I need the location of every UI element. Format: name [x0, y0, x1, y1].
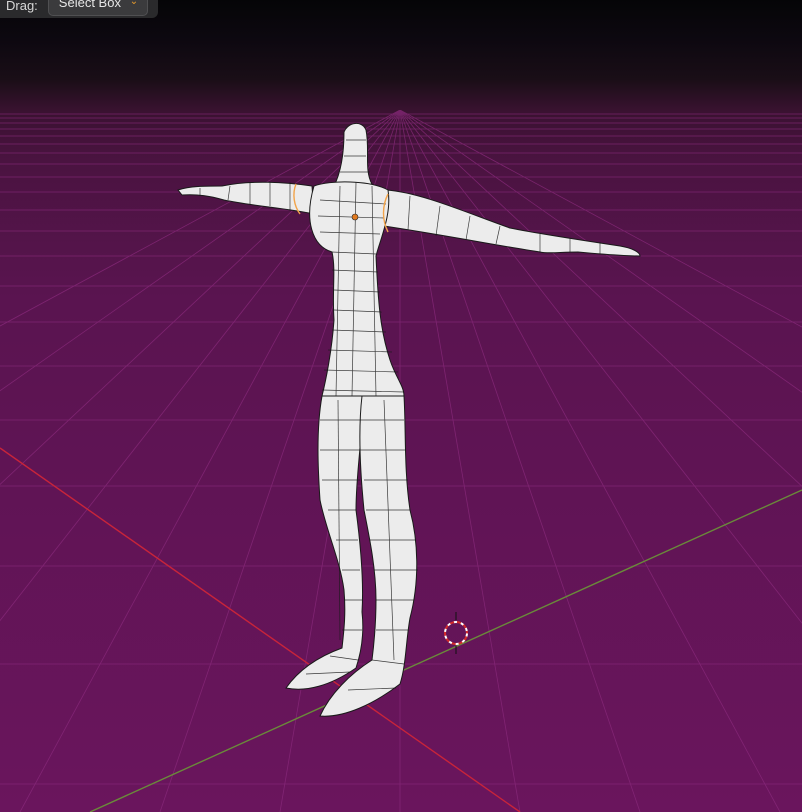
scene-canvas[interactable]: [0, 0, 802, 812]
3d-cursor-icon[interactable]: [444, 612, 468, 654]
drag-label: Drag:: [6, 0, 38, 13]
chevron-down-icon[interactable]: ⌄: [126, 0, 141, 9]
left-leg[interactable]: [285, 395, 364, 690]
drag-mode-dropdown[interactable]: Select Box ⌄: [47, 0, 148, 16]
right-arm[interactable]: [383, 189, 641, 257]
x-axis-line: [0, 447, 521, 812]
header-drag-tool: Drag: Select Box ⌄: [0, 0, 158, 18]
object-origin-icon: [351, 213, 359, 221]
y-axis-line: [89, 489, 802, 812]
drag-mode-value: Select Box: [58, 0, 121, 10]
neck[interactable]: [333, 123, 373, 187]
3d-viewport[interactable]: Drag: Select Box ⌄: [0, 0, 802, 812]
